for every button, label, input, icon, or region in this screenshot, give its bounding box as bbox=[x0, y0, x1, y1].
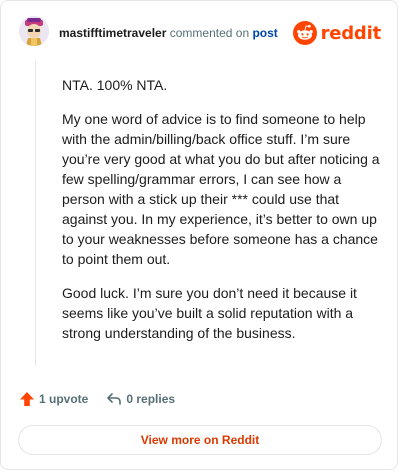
comment-paragraph: Good luck. I’m sure you don’t need it be… bbox=[62, 285, 357, 341]
reddit-logo-icon bbox=[292, 21, 317, 45]
upvote-count: 1 upvote bbox=[39, 392, 89, 406]
reddit-wordmark: reddit bbox=[320, 22, 382, 44]
comment-body: NTA. 100% NTA. My one word of advice is … bbox=[62, 75, 380, 357]
upvote-button[interactable]: 1 upvote bbox=[19, 391, 88, 407]
comment-paragraph: NTA. 100% NTA. bbox=[62, 77, 168, 93]
avatar-illustration-icon bbox=[19, 16, 49, 46]
comment-header: mastifftimetraveler commented on post re… bbox=[1, 1, 397, 61]
comment-actions: 1 upvote 0 replies bbox=[19, 387, 193, 411]
thread-line bbox=[35, 61, 36, 366]
view-more-button[interactable]: View more on Reddit bbox=[18, 425, 382, 455]
comment-author[interactable]: mastifftimetraveler bbox=[59, 26, 166, 40]
comment-meta: mastifftimetraveler commented on post bbox=[59, 26, 278, 40]
replies-button[interactable]: 0 replies bbox=[106, 391, 175, 407]
reply-arrow-icon bbox=[107, 393, 122, 405]
reply-count: 0 replies bbox=[126, 392, 176, 406]
reddit-brand[interactable]: reddit bbox=[292, 21, 382, 45]
comment-action-text: commented on bbox=[169, 26, 250, 40]
user-avatar[interactable] bbox=[19, 16, 49, 46]
embedded-comment-card: mastifftimetraveler commented on post re… bbox=[0, 0, 398, 470]
comment-paragraph: My one word of advice is to find someone… bbox=[62, 111, 380, 267]
upvote-arrow-icon bbox=[20, 392, 34, 406]
post-link[interactable]: post bbox=[252, 26, 277, 40]
